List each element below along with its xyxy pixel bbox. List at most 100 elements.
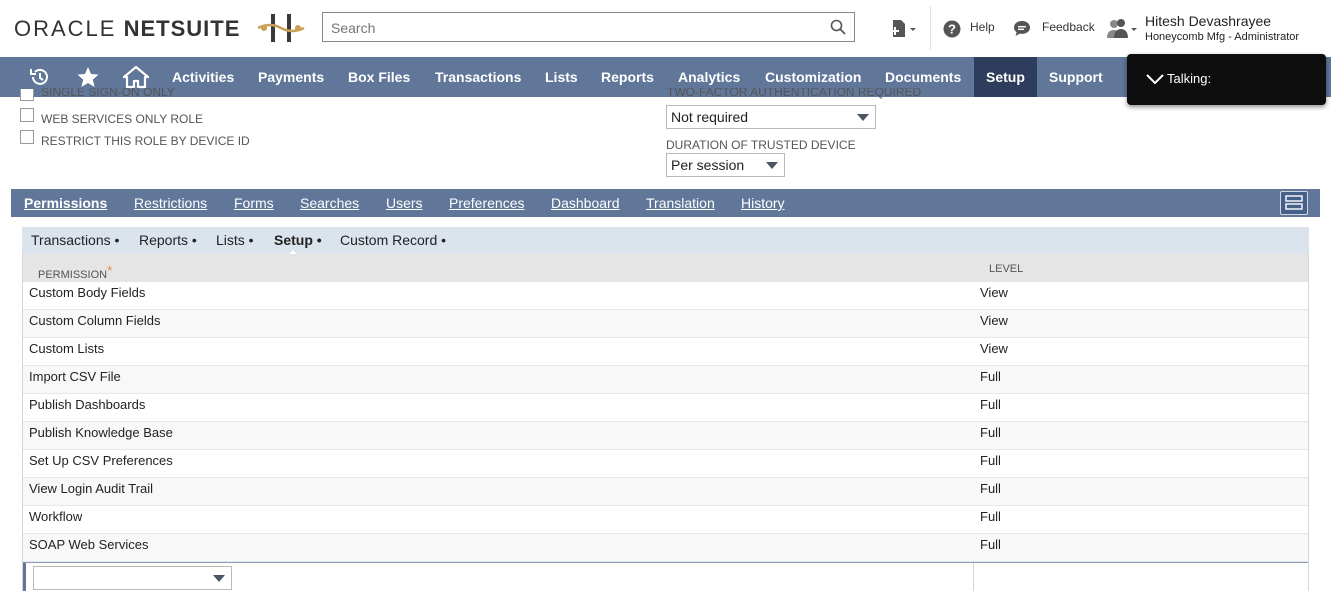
permissions-grid: PERMISSION* LEVEL Custom Body Fields View… <box>22 254 1309 591</box>
trusted-device-select[interactable]: Per session <box>666 153 785 177</box>
nav-payments[interactable]: Payments <box>258 57 324 97</box>
svg-text:?: ? <box>948 22 956 37</box>
create-new-icon[interactable] <box>890 18 918 40</box>
user-role[interactable]: Honeycomb Mfg - Administrator <box>1145 31 1299 43</box>
roles-icon[interactable] <box>1106 18 1138 40</box>
single-sign-on-checkbox[interactable] <box>20 89 34 101</box>
permission-cell: Custom Column Fields <box>29 313 161 328</box>
trusted-device-label: DURATION OF TRUSTED DEVICE <box>666 138 856 152</box>
chevron-down-icon[interactable] <box>1146 73 1164 85</box>
table-row[interactable]: SOAP Web Services Full <box>23 534 1308 562</box>
level-cell: Full <box>980 453 1001 468</box>
web-services-only-checkbox[interactable] <box>20 108 34 122</box>
dropdown-caret-icon[interactable] <box>766 162 778 169</box>
column-permission-header[interactable]: PERMISSION* <box>38 263 112 281</box>
search-icon[interactable] <box>830 19 846 35</box>
tab-label: Permissions <box>24 195 108 211</box>
oracle-netsuite-logo[interactable]: ORACLE NETSUITE <box>14 16 240 42</box>
permission-cell: Workflow <box>29 509 83 524</box>
new-permission-select[interactable] <box>33 566 232 590</box>
inner-tab-label: Lists <box>216 232 245 248</box>
inner-tab-label: Custom Record <box>340 232 438 248</box>
tab-label: Restrictions <box>134 195 208 211</box>
dropdown-caret-icon[interactable] <box>857 114 869 121</box>
user-name[interactable]: Hitesh Devashrayee <box>1145 13 1271 29</box>
web-services-only-label: WEB SERVICES ONLY ROLE <box>41 112 204 126</box>
level-cell: View <box>980 341 1008 356</box>
level-cell: View <box>980 285 1008 300</box>
menu-lines-icon <box>1285 195 1303 210</box>
restrict-device-checkbox[interactable] <box>20 130 34 144</box>
tab-forms[interactable]: Forms <box>234 189 274 217</box>
tab-label: Preferences <box>449 195 525 211</box>
view-menu-button[interactable] <box>1280 191 1308 215</box>
table-row[interactable]: Import CSV File Full <box>23 366 1308 394</box>
talking-panel[interactable]: Talking: <box>1127 54 1326 105</box>
nav-box-files[interactable]: Box Files <box>348 57 410 97</box>
help-link[interactable]: Help <box>970 20 995 34</box>
required-mark: * <box>107 263 113 278</box>
table-row[interactable]: Workflow Full <box>23 506 1308 534</box>
table-row[interactable]: Custom Column Fields View <box>23 310 1308 338</box>
tab-label: Searches <box>300 195 360 211</box>
single-sign-on-label-clip: SINGLE SIGN-ON ONLY <box>41 88 241 102</box>
tab-label: History <box>741 195 785 211</box>
nav-reports[interactable]: Reports <box>601 57 654 97</box>
column-divider <box>973 563 974 591</box>
inner-tab-custom-record[interactable]: Custom Record • <box>340 227 446 254</box>
two-factor-label: TWO-FACTOR AUTHENTICATION REQUIRED <box>667 88 922 99</box>
tab-permissions[interactable]: Permissions <box>24 189 107 217</box>
column-level-header[interactable]: LEVEL <box>989 263 1023 275</box>
feedback-icon[interactable] <box>1013 20 1031 37</box>
level-cell: Full <box>980 369 1001 384</box>
tab-preferences[interactable]: Preferences <box>449 189 524 217</box>
tab-history[interactable]: History <box>741 189 785 217</box>
tab-label: Users <box>386 195 423 211</box>
inner-tab-label: Transactions <box>31 232 111 248</box>
tab-searches[interactable]: Searches <box>300 189 359 217</box>
tab-restrictions[interactable]: Restrictions <box>134 189 207 217</box>
permission-cell: SOAP Web Services <box>29 537 149 552</box>
level-cell: Full <box>980 509 1001 524</box>
tab-translation[interactable]: Translation <box>646 189 715 217</box>
permission-cell: Custom Lists <box>29 341 105 356</box>
nav-setup[interactable]: Setup <box>974 57 1037 97</box>
nav-transactions[interactable]: Transactions <box>435 57 521 97</box>
tab-label: Forms <box>234 195 274 211</box>
table-row[interactable]: Custom Lists View <box>23 338 1308 366</box>
permission-cell: Import CSV File <box>29 369 121 384</box>
feedback-link[interactable]: Feedback <box>1042 20 1095 34</box>
table-row[interactable]: Custom Body Fields View <box>23 282 1308 310</box>
tab-users[interactable]: Users <box>386 189 423 217</box>
search-input[interactable] <box>329 14 823 42</box>
table-row[interactable]: Set Up CSV Preferences Full <box>23 450 1308 478</box>
level-cell: Full <box>980 397 1001 412</box>
dropdown-caret-icon[interactable] <box>213 575 225 582</box>
two-factor-select[interactable]: Not required <box>666 105 876 129</box>
table-row[interactable]: Publish Knowledge Base Full <box>23 422 1308 450</box>
restrict-device-label: RESTRICT THIS ROLE BY DEVICE ID <box>41 134 250 148</box>
level-cell: Full <box>980 481 1001 496</box>
inner-tab-reports[interactable]: Reports • <box>139 227 197 254</box>
trusted-device-value: Per session <box>671 157 745 173</box>
talking-label: Talking: <box>1167 71 1212 86</box>
global-search[interactable] <box>322 12 855 42</box>
inner-tab-transactions[interactable]: Transactions • <box>31 227 119 254</box>
edit-row-marker <box>23 563 26 591</box>
two-factor-value: Not required <box>671 109 749 125</box>
nav-lists[interactable]: Lists <box>545 57 578 97</box>
grid-header: PERMISSION* LEVEL <box>23 254 1308 282</box>
permission-cell: Custom Body Fields <box>29 285 146 300</box>
level-cell: View <box>980 313 1008 328</box>
table-row[interactable]: View Login Audit Trail Full <box>23 478 1308 506</box>
table-row[interactable]: Publish Dashboards Full <box>23 394 1308 422</box>
permission-cell: View Login Audit Trail <box>29 481 154 496</box>
tab-dashboard[interactable]: Dashboard <box>551 189 620 217</box>
new-permission-row[interactable] <box>23 562 1308 591</box>
single-sign-on-label: SINGLE SIGN-ON ONLY <box>41 88 175 99</box>
inner-tab-lists[interactable]: Lists • <box>216 227 254 254</box>
top-header: ORACLE NETSUITE ? Help Feedback Hitesh D… <box>0 0 1331 57</box>
help-icon[interactable]: ? <box>943 20 961 38</box>
nav-support[interactable]: Support <box>1049 57 1103 97</box>
honeycomb-company-logo <box>257 14 305 42</box>
